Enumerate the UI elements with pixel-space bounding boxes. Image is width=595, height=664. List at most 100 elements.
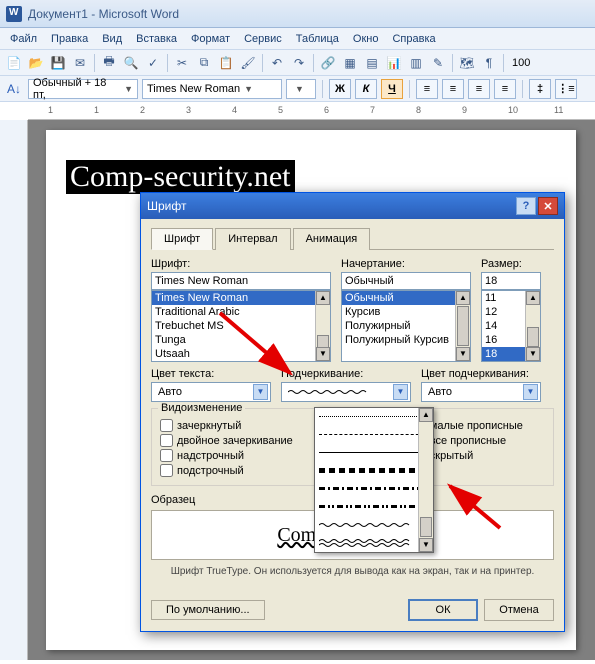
underline-option[interactable]	[315, 444, 433, 462]
chk-strike[interactable]: зачеркнутый	[160, 419, 293, 432]
list-item[interactable]: Обычный	[342, 291, 470, 305]
cancel-button[interactable]: Отмена	[484, 599, 554, 621]
style-input[interactable]	[341, 272, 471, 290]
align-justify-icon[interactable]: ≡	[494, 79, 516, 99]
italic-button[interactable]: К	[355, 79, 377, 99]
font-color-label: Цвет текста:	[151, 368, 271, 380]
menu-view[interactable]: Вид	[96, 31, 128, 47]
underline-option[interactable]	[315, 408, 433, 426]
hyperlink-icon[interactable]: 🔗	[318, 53, 338, 73]
line-spacing-icon[interactable]: ‡	[529, 79, 551, 99]
selected-text[interactable]: Comp-security.net	[66, 160, 295, 194]
drawing-icon[interactable]: ✎	[428, 53, 448, 73]
menu-tools[interactable]: Сервис	[238, 31, 288, 47]
underline-option[interactable]	[315, 462, 433, 480]
underline-option[interactable]	[315, 426, 433, 444]
size-listbox[interactable]: 11 12 14 16 18 ▲▼	[481, 290, 541, 362]
print-icon[interactable]: 🖶	[99, 53, 119, 73]
doc-map-icon[interactable]: 🗺	[457, 53, 477, 73]
ul-color-dropdown[interactable]: Авто▼	[421, 382, 541, 402]
cut-icon[interactable]: ✂	[172, 53, 192, 73]
align-left-icon[interactable]: ≡	[416, 79, 438, 99]
menu-edit[interactable]: Правка	[45, 31, 94, 47]
underline-option[interactable]	[315, 498, 433, 516]
undo-icon[interactable]: ↶	[267, 53, 287, 73]
default-button[interactable]: По умолчанию...	[151, 600, 265, 620]
open-icon[interactable]: 📂	[26, 53, 46, 73]
menu-window[interactable]: Окно	[347, 31, 385, 47]
window-title: Документ1 - Microsoft Word	[28, 7, 179, 21]
list-item[interactable]: Полужирный	[342, 319, 470, 333]
standard-toolbar: 📄 📂 💾 ✉ 🖶 🔍 ✓ ✂ ⧉ 📋 🖌 ↶ ↷ 🔗 ▦ ▤ 📊 ▥ ✎ 🗺 …	[0, 50, 595, 76]
font-combo[interactable]: Times New Roman▼	[142, 79, 282, 99]
list-item[interactable]: Utsaah	[152, 347, 330, 361]
numbering-icon[interactable]: ⋮≡	[555, 79, 577, 99]
ul-color-label: Цвет подчеркивания:	[421, 368, 541, 380]
style-combo[interactable]: Обычный + 18 пт,▼	[28, 79, 138, 99]
spell-icon[interactable]: ✓	[143, 53, 163, 73]
tables-icon[interactable]: ▦	[340, 53, 360, 73]
save-icon[interactable]: 💾	[48, 53, 68, 73]
tab-animation[interactable]: Анимация	[293, 228, 371, 250]
ruler-vertical[interactable]	[0, 120, 28, 660]
list-item[interactable]: Traditional Arabic	[152, 305, 330, 319]
list-item[interactable]: Полужирный Курсив	[342, 333, 470, 347]
menu-help[interactable]: Справка	[386, 31, 441, 47]
preview-icon[interactable]: 🔍	[121, 53, 141, 73]
redo-icon[interactable]: ↷	[289, 53, 309, 73]
underline-option[interactable]	[315, 516, 433, 534]
word-icon	[6, 6, 22, 22]
excel-icon[interactable]: 📊	[384, 53, 404, 73]
copy-icon[interactable]: ⧉	[194, 53, 214, 73]
help-button[interactable]: ?	[516, 197, 536, 215]
styles-icon[interactable]: A↓	[4, 79, 24, 99]
insert-table-icon[interactable]: ▤	[362, 53, 382, 73]
chk-subscript[interactable]: подстрочный	[160, 464, 293, 477]
menu-format[interactable]: Формат	[185, 31, 236, 47]
font-listbox[interactable]: Times New Roman Traditional Arabic Trebu…	[151, 290, 331, 362]
list-item[interactable]: Курсив	[342, 305, 470, 319]
align-center-icon[interactable]: ≡	[442, 79, 464, 99]
close-button[interactable]: ✕	[538, 197, 558, 215]
font-label: Шрифт:	[151, 258, 331, 270]
mail-icon[interactable]: ✉	[70, 53, 90, 73]
underline-dropdown[interactable]: ▼	[281, 382, 411, 402]
menu-file[interactable]: Файл	[4, 31, 43, 47]
ok-button[interactable]: ОК	[408, 599, 478, 621]
font-dialog: Шрифт ? ✕ Шрифт Интервал Анимация Шрифт:…	[140, 192, 565, 632]
size-label: Размер:	[481, 258, 541, 270]
menu-table[interactable]: Таблица	[290, 31, 345, 47]
align-right-icon[interactable]: ≡	[468, 79, 490, 99]
tab-font[interactable]: Шрифт	[151, 228, 213, 250]
list-item[interactable]: Times New Roman	[152, 291, 330, 305]
chk-superscript[interactable]: надстрочный	[160, 449, 293, 462]
list-item[interactable]: Trebuchet MS	[152, 319, 330, 333]
dialog-titlebar[interactable]: Шрифт ? ✕	[141, 193, 564, 219]
paste-icon[interactable]: 📋	[216, 53, 236, 73]
format-painter-icon[interactable]: 🖌	[238, 53, 258, 73]
show-hide-icon[interactable]: ¶	[479, 53, 499, 73]
zoom-value: 100	[512, 57, 530, 69]
sample-label: Образец	[151, 494, 195, 506]
chk-double-strike[interactable]: двойное зачеркивание	[160, 434, 293, 447]
size-combo[interactable]: ▼	[286, 79, 316, 99]
tab-spacing[interactable]: Интервал	[215, 228, 290, 250]
columns-icon[interactable]: ▥	[406, 53, 426, 73]
underline-button[interactable]: Ч	[381, 79, 403, 99]
formatting-toolbar: A↓ Обычный + 18 пт,▼ Times New Roman▼ ▼ …	[0, 76, 595, 102]
chevron-down-icon: ▼	[253, 384, 268, 400]
style-listbox[interactable]: Обычный Курсив Полужирный Полужирный Кур…	[341, 290, 471, 362]
menu-insert[interactable]: Вставка	[130, 31, 183, 47]
ruler-horizontal[interactable]: 1 1 2 3 4 5 6 7 8 9 10 11	[28, 102, 595, 120]
underline-option[interactable]	[315, 480, 433, 498]
underline-label: Подчеркивание:	[281, 368, 411, 380]
list-item[interactable]: Tunga	[152, 333, 330, 347]
font-color-dropdown[interactable]: Авто▼	[151, 382, 271, 402]
size-input[interactable]	[481, 272, 541, 290]
underline-option[interactable]	[315, 534, 433, 552]
underline-options-popup: ▲▼	[314, 407, 434, 553]
dialog-title: Шрифт	[147, 199, 186, 213]
bold-button[interactable]: Ж	[329, 79, 351, 99]
new-icon[interactable]: 📄	[4, 53, 24, 73]
font-input[interactable]	[151, 272, 331, 290]
